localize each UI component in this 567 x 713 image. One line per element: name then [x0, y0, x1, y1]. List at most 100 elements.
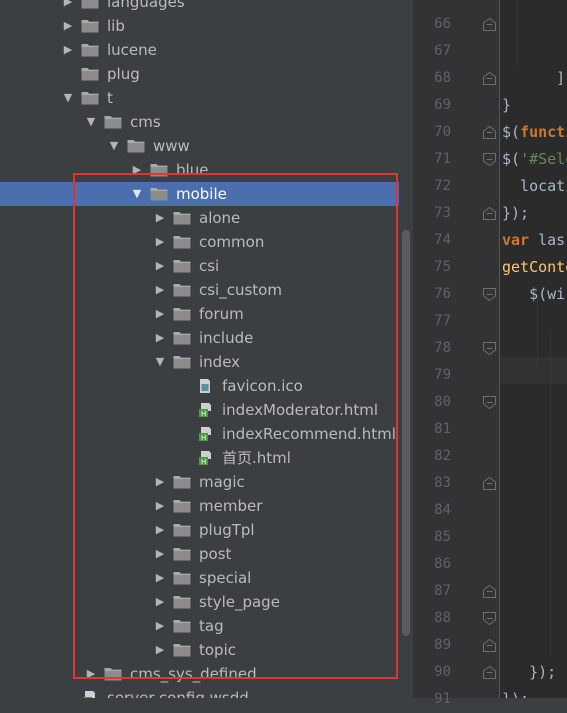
- tree-node-label: www: [153, 137, 190, 155]
- line-number: 90: [434, 664, 451, 680]
- collapse-arrow-icon[interactable]: ▶: [153, 470, 167, 494]
- tree-node[interactable]: ▼ mobile: [0, 182, 413, 206]
- fold-end-icon[interactable]: [483, 477, 496, 490]
- tree-node-label: plugTpl: [199, 521, 255, 539]
- folder-icon: [81, 92, 99, 105]
- folder-icon: [173, 308, 191, 321]
- tree-node[interactable]: ▶ plugTpl: [0, 518, 413, 542]
- tree-node[interactable]: HindexRecommend.html: [0, 422, 413, 446]
- fold-start-icon[interactable]: [483, 342, 496, 355]
- collapse-arrow-icon[interactable]: ▶: [61, 38, 75, 62]
- tree-node[interactable]: ▶ alone: [0, 206, 413, 230]
- tree-node[interactable]: ▼ cms: [0, 110, 413, 134]
- folder-icon: [173, 524, 191, 537]
- tree-node[interactable]: ▶ common: [0, 230, 413, 254]
- folder-icon: [173, 548, 191, 561]
- fold-end-icon[interactable]: [483, 18, 496, 31]
- tree-node[interactable]: server-config.wsdd: [0, 686, 413, 698]
- line-number: 82: [434, 448, 451, 464]
- tree-node[interactable]: ▶ post: [0, 542, 413, 566]
- collapse-arrow-icon[interactable]: ▶: [153, 638, 167, 662]
- tree-node[interactable]: ▶ tag: [0, 614, 413, 638]
- tree-node[interactable]: ▶ special: [0, 566, 413, 590]
- line-number: 66: [434, 16, 451, 32]
- fold-end-icon[interactable]: [483, 126, 496, 139]
- code-line: getConte: [502, 254, 567, 281]
- collapse-arrow-icon[interactable]: ▶: [153, 278, 167, 302]
- code-editor[interactable]: ]}$(functi$('#Sele locati});var lasgetCo…: [500, 0, 567, 698]
- tree-node[interactable]: ▼ t: [0, 86, 413, 110]
- expand-arrow-icon[interactable]: ▼: [153, 350, 167, 374]
- collapse-arrow-icon[interactable]: ▶: [153, 326, 167, 350]
- expand-arrow-icon[interactable]: ▼: [84, 110, 98, 134]
- collapse-arrow-icon[interactable]: ▶: [153, 566, 167, 590]
- collapse-arrow-icon[interactable]: ▶: [153, 614, 167, 638]
- collapse-arrow-icon[interactable]: ▶: [153, 302, 167, 326]
- tree-node[interactable]: ▶ member: [0, 494, 413, 518]
- tree-node[interactable]: ▼ www: [0, 134, 413, 158]
- tree-node[interactable]: favicon.ico: [0, 374, 413, 398]
- folder-icon: [173, 500, 191, 513]
- tree-node[interactable]: ▶ topic: [0, 638, 413, 662]
- collapse-arrow-icon[interactable]: ▶: [153, 230, 167, 254]
- expand-arrow-icon[interactable]: ▼: [107, 134, 121, 158]
- tree-node-label: csi_custom: [199, 281, 282, 299]
- fold-end-icon[interactable]: [483, 666, 496, 679]
- tree-node[interactable]: ▶ csi: [0, 254, 413, 278]
- tree-node[interactable]: ▶ lucene: [0, 38, 413, 62]
- collapse-arrow-icon[interactable]: ▶: [61, 0, 75, 14]
- tree-node[interactable]: ▶ blue: [0, 158, 413, 182]
- tree-node-label: t: [107, 89, 113, 107]
- collapse-arrow-icon[interactable]: ▶: [153, 542, 167, 566]
- collapse-arrow-icon[interactable]: ▶: [153, 254, 167, 278]
- tree-node[interactable]: plug: [0, 62, 413, 86]
- html-file-icon: H: [199, 451, 211, 465]
- expand-arrow-icon[interactable]: ▼: [130, 182, 144, 206]
- collapse-arrow-icon[interactable]: ▶: [153, 590, 167, 614]
- line-number: 68: [434, 70, 451, 86]
- tree-node[interactable]: ▶ languages: [0, 0, 413, 14]
- tree-scrollbar-thumb[interactable]: [402, 230, 410, 636]
- code-token: $(wi: [502, 285, 566, 303]
- fold-end-icon[interactable]: [483, 585, 496, 598]
- line-number: 81: [434, 421, 451, 437]
- line-number: 69: [434, 97, 451, 113]
- tree-node[interactable]: ▶ forum: [0, 302, 413, 326]
- expand-arrow-icon[interactable]: ▼: [61, 86, 75, 110]
- collapse-arrow-icon[interactable]: ▶: [61, 14, 75, 38]
- tree-node-label: cms: [130, 113, 161, 131]
- tree-node[interactable]: ▶ csi_custom: [0, 278, 413, 302]
- fold-start-icon[interactable]: [483, 288, 496, 301]
- code-token: $(: [502, 150, 521, 168]
- tree-node-label: 首页.html: [222, 449, 291, 467]
- line-number: 73: [434, 205, 451, 221]
- collapse-arrow-icon[interactable]: ▶: [153, 206, 167, 230]
- collapse-arrow-icon[interactable]: ▶: [153, 518, 167, 542]
- tree-node[interactable]: ▶ magic: [0, 470, 413, 494]
- fold-start-icon[interactable]: [483, 153, 496, 166]
- fold-end-icon[interactable]: [483, 207, 496, 220]
- project-tree: ▶ languages ▶ lib ▶ lucene plug ▼ t ▼ cms ▼ www ▶ blue…: [0, 0, 413, 698]
- tree-node[interactable]: ▶ style_page: [0, 590, 413, 614]
- collapse-arrow-icon[interactable]: ▶: [84, 662, 98, 686]
- fold-end-icon[interactable]: [483, 72, 496, 85]
- tree-node[interactable]: ▶ cms_sys_defined: [0, 662, 413, 686]
- fold-start-icon[interactable]: [483, 396, 496, 409]
- collapse-arrow-icon[interactable]: ▶: [153, 494, 167, 518]
- html-file-icon: H: [199, 427, 211, 441]
- tree-node-label: lib: [107, 17, 125, 35]
- fold-start-icon[interactable]: [483, 612, 496, 625]
- tree-node[interactable]: ▶ include: [0, 326, 413, 350]
- collapse-arrow-icon[interactable]: ▶: [130, 158, 144, 182]
- tree-node[interactable]: HindexModerator.html: [0, 398, 413, 422]
- tree-node[interactable]: ▼ index: [0, 350, 413, 374]
- tree-node[interactable]: ▶ lib: [0, 14, 413, 38]
- tree-node[interactable]: H 首页.html: [0, 446, 413, 470]
- tree-node-label: blue: [176, 161, 209, 179]
- tree-node-label: style_page: [199, 593, 280, 611]
- tree-node-label: favicon.ico: [222, 377, 303, 395]
- line-number: 77: [434, 313, 451, 329]
- fold-end-icon[interactable]: [483, 639, 496, 652]
- line-number: 71: [434, 151, 451, 167]
- folder-icon: [127, 140, 145, 153]
